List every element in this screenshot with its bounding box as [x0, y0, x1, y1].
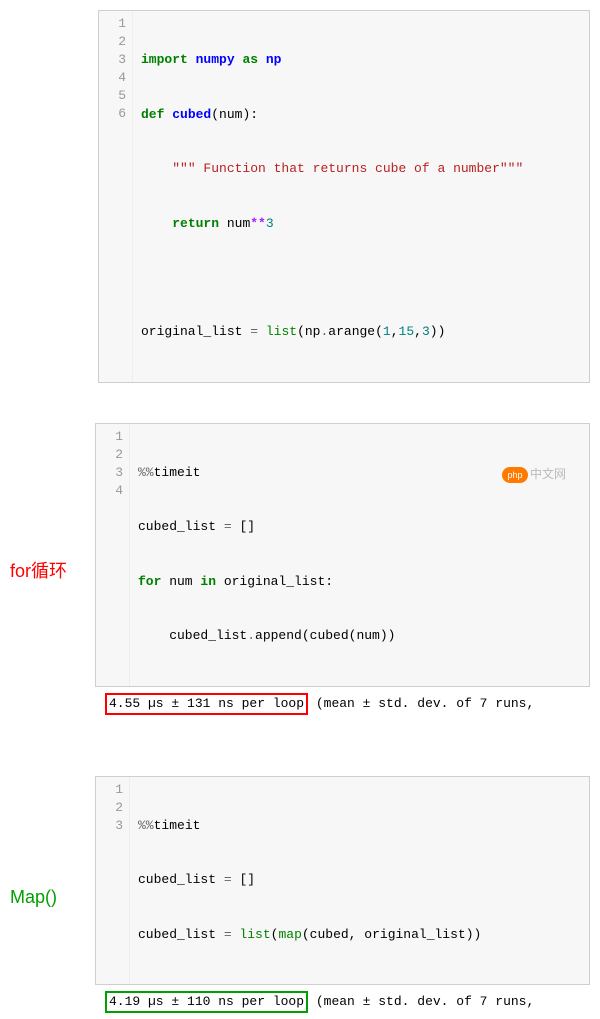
- kw-for: for: [138, 574, 161, 589]
- var-original-list: original_list: [141, 324, 250, 339]
- timing-map-rest: (mean ± std. dev. of 7 runs,: [308, 994, 534, 1009]
- alias-np: np: [266, 52, 282, 67]
- line-number: 1: [96, 428, 123, 446]
- line-number-gutter: 1 2 3 4 5 6: [99, 11, 133, 382]
- var-num: num: [227, 216, 250, 231]
- line-number: 1: [96, 781, 123, 799]
- line-number: 2: [99, 33, 126, 51]
- mod-numpy: numpy: [196, 52, 235, 67]
- code-content: %%timeit cubed_list = [] for num in orig…: [130, 424, 403, 686]
- kw-return: return: [172, 216, 219, 231]
- kw-import: import: [141, 52, 188, 67]
- code-cell-setup: 1 2 3 4 5 6 import numpy as np def cubed…: [98, 10, 590, 383]
- output-map: 4.19 µs ± 110 ns per loop (mean ± std. d…: [95, 985, 590, 1019]
- timing-map-highlight: 4.19 µs ± 110 ns per loop: [105, 991, 308, 1013]
- watermark-badge: php: [502, 467, 528, 483]
- op-pow: **: [250, 216, 266, 231]
- kw-def: def: [141, 107, 164, 122]
- line-number: 1: [99, 15, 126, 33]
- line-number-gutter: 1 2 3: [96, 777, 130, 985]
- output-for: 4.55 µs ± 131 ns per loop (mean ± std. d…: [95, 687, 590, 721]
- line-number: 4: [99, 69, 126, 87]
- line-number: 6: [99, 105, 126, 123]
- line-number: 3: [96, 817, 123, 835]
- builtin-list: list: [266, 324, 297, 339]
- op-eq: =: [250, 324, 258, 339]
- code-content: %%timeit cubed_list = [] cubed_list = li…: [130, 777, 489, 985]
- line-number: 3: [99, 51, 126, 69]
- line-number: 3: [96, 464, 123, 482]
- watermark: php中文网: [502, 466, 566, 483]
- code-content: import numpy as np def cubed(num): """ F…: [133, 11, 531, 382]
- func-name: cubed: [172, 107, 211, 122]
- line-number: 2: [96, 446, 123, 464]
- watermark-text: 中文网: [530, 467, 566, 481]
- code-cell-map: 1 2 3 %%timeit cubed_list = [] cubed_lis…: [95, 776, 590, 986]
- kw-in: in: [200, 574, 216, 589]
- lit-3: 3: [266, 216, 274, 231]
- code-cell-for: 1 2 3 4 %%timeit cubed_list = [] for num…: [95, 423, 590, 687]
- timing-for-highlight: 4.55 µs ± 131 ns per loop: [105, 693, 308, 715]
- line-number: 5: [99, 87, 126, 105]
- label-map: Map(): [10, 885, 95, 910]
- timing-for-rest: (mean ± std. dev. of 7 runs,: [308, 696, 534, 711]
- docstring: """ Function that returns cube of a numb…: [172, 161, 523, 176]
- section-map: Map() 1 2 3 %%timeit cubed_list = [] cub…: [10, 776, 590, 1019]
- func-params: (num):: [211, 107, 258, 122]
- label-for-loop: for循环: [10, 559, 95, 584]
- line-number: 2: [96, 799, 123, 817]
- line-number-gutter: 1 2 3 4: [96, 424, 130, 686]
- line-number: 4: [96, 482, 123, 500]
- kw-as: as: [242, 52, 258, 67]
